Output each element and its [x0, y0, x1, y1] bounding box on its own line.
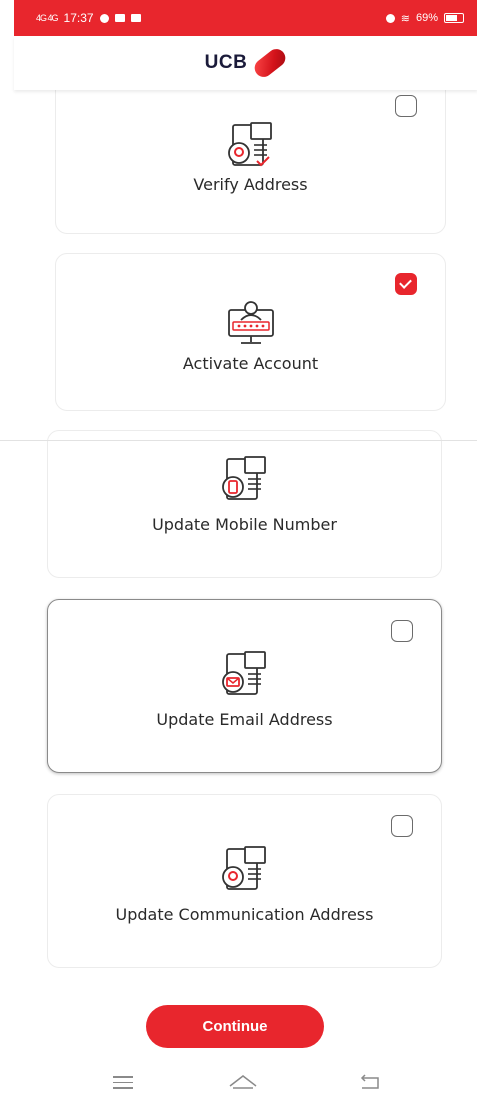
- service-card-activate-account[interactable]: Activate Account: [55, 253, 446, 411]
- service-card-verify-address[interactable]: Verify Address: [55, 78, 446, 234]
- brand-pill-icon: [251, 45, 290, 81]
- checkbox[interactable]: [395, 95, 417, 117]
- service-card-update-email-address[interactable]: Update Email Address: [47, 599, 442, 773]
- service-card-update-mobile-number[interactable]: Update Mobile Number: [47, 430, 442, 578]
- recent-apps-icon[interactable]: [113, 1076, 133, 1093]
- document-mobile-icon: [217, 455, 273, 507]
- gallery-icon: [130, 14, 141, 22]
- checkbox[interactable]: [391, 620, 413, 642]
- whatsapp-icon: [99, 13, 109, 23]
- document-location-icon: [217, 845, 273, 897]
- alarm-icon: [385, 13, 395, 23]
- monitor-user-password-icon: [221, 298, 281, 350]
- status-bar: 4G 4G 17:37 ≋ 69%: [14, 0, 477, 36]
- message-icon: [114, 14, 125, 22]
- battery-icon: [444, 13, 464, 23]
- service-label: Update Email Address: [156, 710, 333, 729]
- brand-name: UCB: [204, 52, 248, 73]
- checkbox[interactable]: [391, 815, 413, 837]
- home-icon[interactable]: [228, 1072, 258, 1096]
- checkbox-checked[interactable]: [395, 273, 417, 295]
- service-label: Activate Account: [182, 354, 319, 373]
- ucb-logo: UCB: [204, 45, 290, 81]
- battery-percent: 69%: [415, 12, 438, 24]
- document-email-icon: [217, 650, 273, 702]
- status-time: 17:37: [63, 11, 94, 25]
- system-nav-bar: [0, 1066, 477, 1104]
- service-card-update-communication-address[interactable]: Update Communication Address: [47, 794, 442, 968]
- service-label: Update Communication Address: [115, 905, 374, 924]
- app-header: UCB: [14, 36, 477, 90]
- divider: [0, 440, 477, 441]
- screen: 4G 4G 17:37 ≋ 69% UCB Verify Address Act…: [0, 0, 477, 1104]
- document-location-check-icon: [223, 121, 279, 175]
- signal-icon: 4G 4G: [36, 13, 58, 23]
- continue-button[interactable]: Continue: [146, 1005, 324, 1048]
- back-icon[interactable]: [358, 1074, 382, 1096]
- service-label: Verify Address: [193, 175, 308, 194]
- service-label: Update Mobile Number: [152, 515, 337, 534]
- wifi-icon: ≋: [400, 12, 410, 25]
